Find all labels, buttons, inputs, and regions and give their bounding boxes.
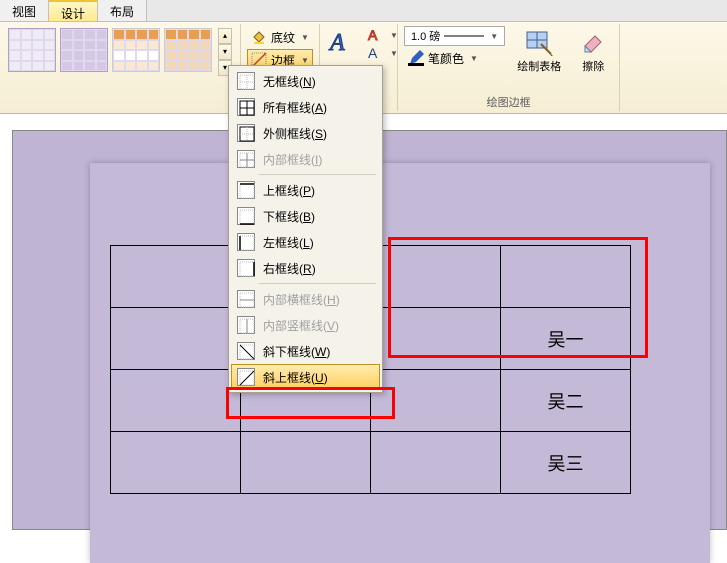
eraser-button[interactable]: 擦除: [573, 26, 613, 76]
chevron-down-icon: ▼: [301, 33, 309, 42]
table-style-option[interactable]: [164, 28, 212, 72]
inside-h-border-icon: [237, 290, 255, 308]
tab-design[interactable]: 设计: [49, 0, 98, 21]
tab-layout[interactable]: 布局: [98, 0, 147, 21]
dd-left-border[interactable]: 左框线(L): [231, 229, 380, 255]
table-cell[interactable]: 吴三: [501, 432, 631, 494]
chevron-down-icon: ▼: [390, 31, 398, 40]
svg-text:A: A: [328, 30, 345, 56]
page: 一季度 吴一 吴二 吴三: [90, 163, 710, 563]
ribbon-group-label: 绘图边框: [398, 94, 619, 110]
font-outline-button[interactable]: A ▼: [364, 26, 400, 44]
dd-separator: [259, 174, 376, 175]
ribbon-group-table-styles: ▴ ▾ ▾: [0, 24, 241, 111]
borders-dropdown: 无框线(N) 所有框线(A) 外侧框线(S) 内部框线(I) 上框线(P) 下框…: [228, 65, 383, 393]
dd-right-border[interactable]: 右框线(R): [231, 255, 380, 281]
gallery-scroll-down[interactable]: ▾: [218, 44, 232, 60]
dd-inside-vertical[interactable]: 内部竖框线(V): [231, 312, 380, 338]
table-cell[interactable]: [371, 308, 501, 370]
dd-diagonal-down[interactable]: 斜下框线(W): [231, 338, 380, 364]
line-weight-value: 1.0 磅: [411, 28, 440, 44]
table-cell[interactable]: [501, 246, 631, 308]
pen-icon: [408, 50, 424, 66]
dd-no-border[interactable]: 无框线(N): [231, 68, 380, 94]
table-cell[interactable]: [111, 432, 241, 494]
table-style-option[interactable]: [60, 28, 108, 72]
text-effect-icon: A: [326, 26, 358, 58]
shading-label: 底纹: [271, 29, 295, 46]
dd-inside-borders[interactable]: 内部框线(I): [231, 146, 380, 172]
inside-v-border-icon: [237, 316, 255, 334]
no-border-icon: [237, 72, 255, 90]
line-preview-icon: [444, 34, 484, 38]
table-style-option[interactable]: [8, 28, 56, 72]
all-borders-icon: [237, 98, 255, 116]
font-outline-icon: A: [366, 26, 384, 44]
svg-text:A: A: [368, 45, 378, 61]
right-border-icon: [237, 259, 255, 277]
dd-all-borders[interactable]: 所有框线(A): [231, 94, 380, 120]
draw-table-button[interactable]: 绘制表格: [511, 26, 567, 76]
inside-borders-icon: [237, 150, 255, 168]
line-weight-select[interactable]: 1.0 磅 ▼: [404, 26, 505, 46]
paint-bucket-icon: [251, 29, 267, 45]
dd-inside-horizontal[interactable]: 内部横框线(H): [231, 286, 380, 312]
dd-separator: [259, 283, 376, 284]
eraser-icon: [579, 28, 607, 56]
pen-color-button[interactable]: 笔颜色 ▼: [404, 47, 505, 69]
table-cell[interactable]: [111, 370, 241, 432]
text-effects-button[interactable]: A: [326, 26, 358, 58]
diag-down-icon: [237, 342, 255, 360]
dd-diagonal-up[interactable]: 斜上框线(U): [231, 364, 380, 390]
table-cell[interactable]: [371, 432, 501, 494]
table-row: 吴三: [111, 432, 631, 494]
diag-up-icon: [237, 368, 255, 386]
draw-table-label: 绘制表格: [517, 58, 561, 74]
tab-view[interactable]: 视图: [0, 0, 49, 21]
font-fill-button[interactable]: A ▼: [364, 44, 400, 62]
outside-borders-icon: [237, 124, 255, 142]
table-cell[interactable]: [111, 308, 241, 370]
chevron-down-icon: ▼: [301, 56, 309, 65]
dd-outside-borders[interactable]: 外侧框线(S): [231, 120, 380, 146]
draw-table-icon: [525, 28, 553, 56]
table-styles-gallery: ▴ ▾ ▾: [6, 26, 234, 78]
table-cell[interactable]: [371, 370, 501, 432]
chevron-down-icon: ▼: [390, 49, 398, 58]
left-border-icon: [237, 233, 255, 251]
pen-color-label: 笔颜色: [428, 50, 464, 67]
table-cell[interactable]: [111, 246, 241, 308]
top-border-icon: [237, 181, 255, 199]
table-cell[interactable]: 吴二: [501, 370, 631, 432]
font-fill-icon: A: [366, 44, 384, 62]
gallery-scroll-up[interactable]: ▴: [218, 28, 232, 44]
tab-bar: 视图 设计 布局: [0, 0, 727, 22]
chevron-down-icon: ▼: [470, 54, 478, 63]
table-cell[interactable]: [241, 432, 371, 494]
svg-text:A: A: [368, 27, 378, 43]
dd-top-border[interactable]: 上框线(P): [231, 177, 380, 203]
chevron-down-icon: ▼: [490, 32, 498, 41]
eraser-label: 擦除: [582, 58, 604, 74]
dd-bottom-border[interactable]: 下框线(B): [231, 203, 380, 229]
table-cell[interactable]: 吴一: [501, 308, 631, 370]
bottom-border-icon: [237, 207, 255, 225]
table-cell[interactable]: [371, 246, 501, 308]
shading-button[interactable]: 底纹 ▼: [247, 26, 313, 48]
ribbon-group-draw-borders: 1.0 磅 ▼ 笔颜色 ▼ 绘制表格: [398, 24, 620, 111]
table-style-option[interactable]: [112, 28, 160, 72]
